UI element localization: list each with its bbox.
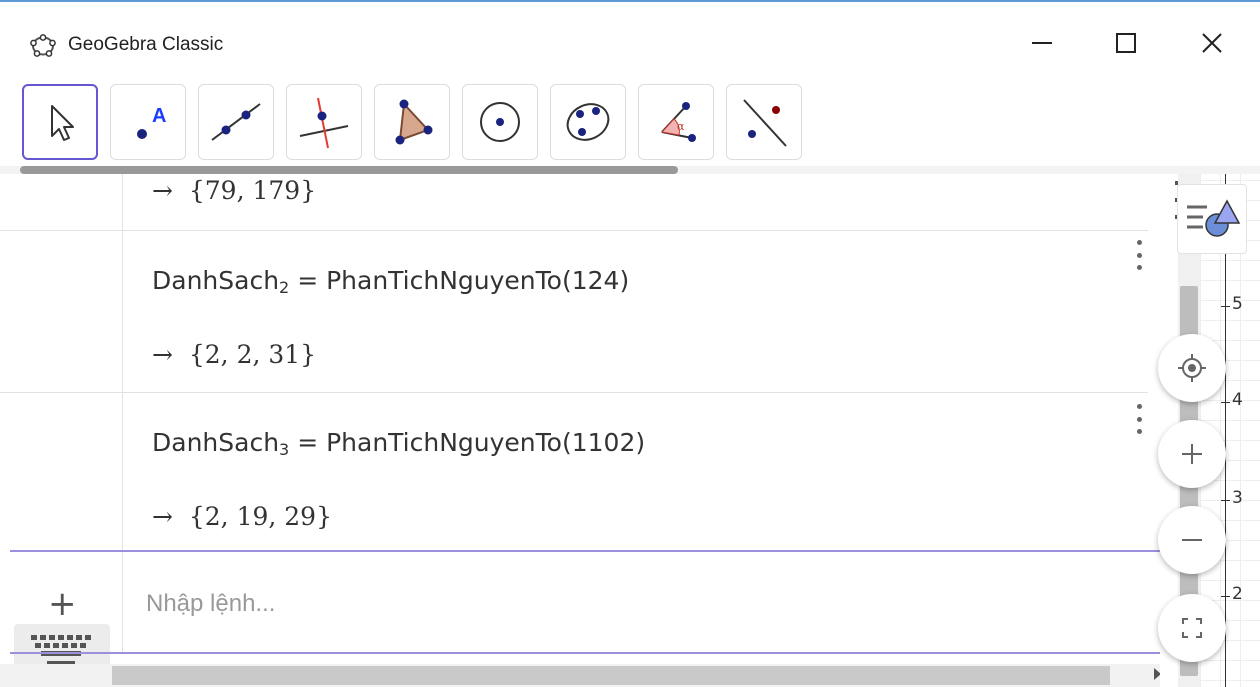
algebra-item-result: → {2, 19, 29} (152, 502, 332, 531)
result-arrow: → (152, 340, 173, 369)
row-separator (0, 230, 1148, 231)
minimize-icon (1032, 42, 1052, 44)
polygon-icon (395, 99, 433, 145)
y-axis-tick (1221, 402, 1230, 403)
y-axis-label: 4 (1232, 390, 1243, 410)
move-tool-button[interactable] (22, 84, 98, 160)
y-axis-label: 2 (1232, 584, 1243, 604)
command-name: PhanTichNguyenTo (326, 266, 562, 295)
algebra-item-danhsach2[interactable]: DanhSach2 = PhanTichNguyenTo(124) (152, 266, 629, 297)
add-item-button[interactable]: + (48, 584, 77, 624)
command-name: PhanTichNguyenTo (326, 428, 562, 457)
result-value: {79, 179} (188, 176, 317, 205)
geogebra-logo-icon (30, 34, 56, 57)
close-icon (1202, 33, 1222, 53)
equals-sign: = (297, 266, 319, 295)
line-tool-button[interactable] (198, 84, 274, 160)
standard-view-button[interactable] (1158, 334, 1226, 402)
input-bar-bottom-border (10, 652, 1160, 654)
circle-tool-button[interactable] (462, 84, 538, 160)
circle-center-icon (480, 102, 520, 142)
algebra-horizontal-scrollbar-thumb[interactable] (112, 666, 1110, 685)
angle-icon: α (661, 102, 696, 142)
y-axis-tick (1221, 306, 1230, 307)
algebra-input-field[interactable]: Nhập lệnh... (146, 590, 275, 618)
row-separator (0, 392, 1148, 393)
zoom-in-button[interactable] (1158, 420, 1226, 488)
object-name: DanhSach (152, 428, 280, 457)
ellipse-tool-button[interactable] (550, 84, 626, 160)
scroll-right-arrow-icon[interactable] (1154, 668, 1160, 680)
algebra-gutter-divider (122, 174, 123, 654)
reflect-about-line-tool-button[interactable] (726, 84, 802, 160)
maximize-icon (1116, 33, 1136, 53)
minimize-button[interactable] (1012, 16, 1072, 70)
style-bar-icon (1187, 199, 1241, 237)
perpendicular-line-tool-button[interactable] (286, 84, 362, 160)
command-argument: (1102) (561, 428, 646, 457)
plus-icon (1182, 444, 1202, 464)
fullscreen-icon (1182, 618, 1202, 638)
result-value: {2, 2, 31} (188, 340, 317, 369)
ellipse-icon (566, 103, 610, 141)
style-bar-toggle-button[interactable] (1177, 184, 1247, 254)
algebra-item-result: → {2, 2, 31} (152, 340, 316, 369)
window-title: GeoGebra Classic (68, 34, 224, 55)
y-axis-tick (1221, 596, 1230, 597)
y-axis-label: 5 (1232, 294, 1243, 314)
title-bar: GeoGebra Classic (0, 2, 1260, 74)
algebra-partial-result: → {79, 179} (152, 176, 316, 205)
y-axis-tick (1221, 500, 1230, 501)
result-arrow: → (152, 176, 173, 205)
polygon-tool-button[interactable] (374, 84, 450, 160)
algebra-view: → {79, 179} DanhSach2 = PhanTichNguyenTo… (0, 174, 1160, 687)
object-name: DanhSach (152, 266, 280, 295)
angle-tool-button[interactable]: α (638, 84, 714, 160)
perpendicular-line-icon (299, 97, 349, 149)
algebra-item-danhsach3[interactable]: DanhSach3 = PhanTichNguyenTo(1102) (152, 428, 645, 459)
reflect-icon (743, 99, 787, 147)
command-argument: (124) (561, 266, 630, 295)
zoom-out-button[interactable] (1158, 506, 1226, 574)
svg-text:α: α (677, 120, 685, 133)
close-button[interactable] (1182, 16, 1242, 70)
item-more-options-button[interactable] (1134, 404, 1144, 434)
y-axis-label: 3 (1232, 488, 1243, 508)
toolbar-scrollbar-thumb[interactable] (20, 166, 678, 174)
cursor-arrow-icon (51, 105, 74, 141)
svg-text:A: A (152, 105, 166, 127)
minus-icon (1182, 539, 1202, 541)
item-more-options-button[interactable] (1134, 240, 1144, 270)
result-value: {2, 19, 29} (188, 502, 332, 531)
fullscreen-button[interactable] (1158, 594, 1226, 662)
point-icon: A (137, 105, 166, 139)
maximize-button[interactable] (1096, 16, 1156, 70)
keyboard-icon (31, 635, 91, 665)
line-through-points-icon (211, 103, 261, 141)
equals-sign: = (297, 428, 319, 457)
target-icon (1178, 354, 1206, 382)
point-tool-button[interactable]: A (110, 84, 186, 160)
result-arrow: → (152, 502, 173, 531)
object-subscript: 2 (279, 278, 290, 297)
input-bar-top-border (10, 550, 1160, 552)
object-subscript: 3 (279, 440, 290, 459)
toolbar: A α (0, 74, 1260, 224)
